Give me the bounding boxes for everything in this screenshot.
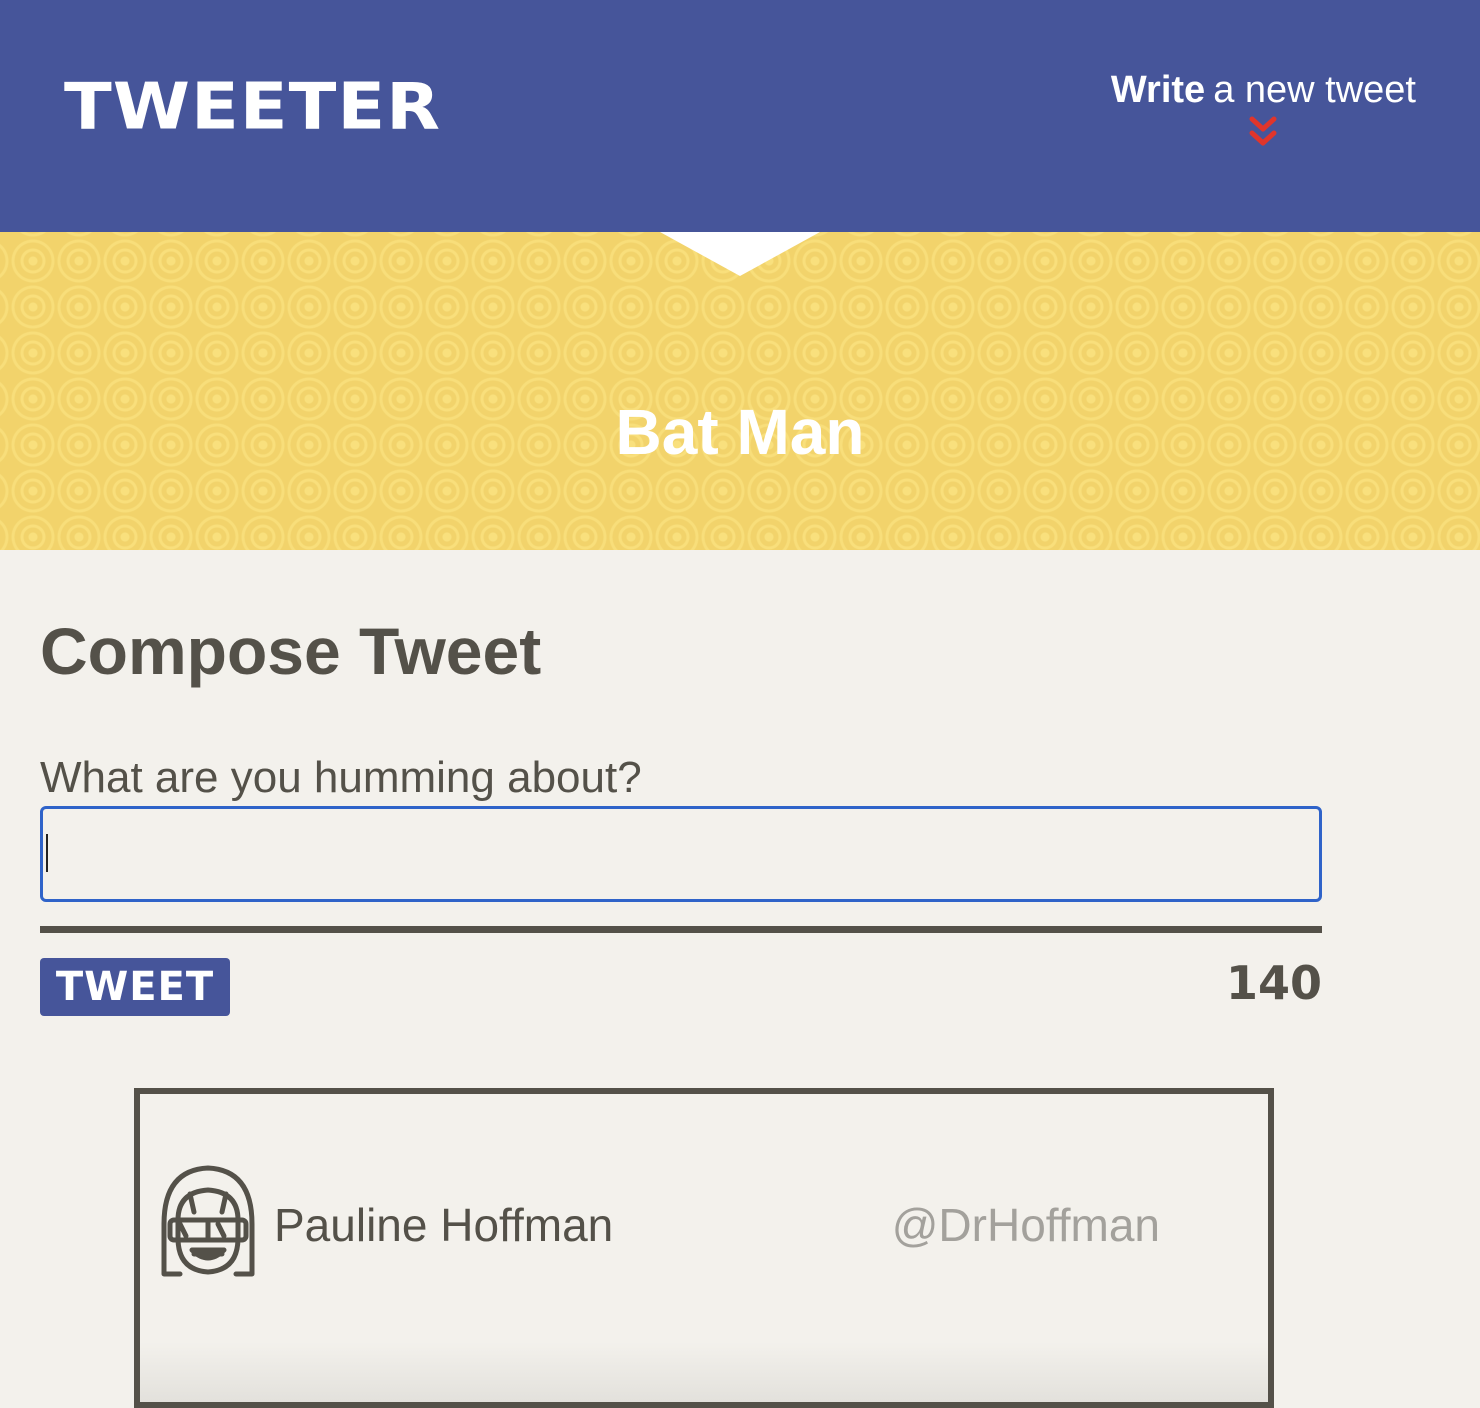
card-bottom-fade (140, 1342, 1268, 1402)
nav-bar: TWEETER Write a new tweet (0, 0, 1480, 232)
banner-notch (660, 232, 820, 276)
compose-toggle-label: Write a new tweet (1110, 69, 1416, 112)
text-caret (46, 834, 48, 872)
tweet-card: Pauline Hoffman @DrHoffman (134, 1088, 1274, 1408)
compose-toggle-strong: Write (1110, 69, 1206, 111)
character-counter: 140 (1225, 956, 1322, 1010)
compose-toggle-button[interactable]: Write a new tweet (1110, 69, 1416, 150)
author-handle: @DrHoffman (891, 1199, 1160, 1251)
tweet-submit-button[interactable]: TWEET (40, 958, 230, 1016)
profile-banner: Bat Man (0, 232, 1480, 550)
double-chevron-down-icon (1249, 116, 1277, 146)
compose-divider (40, 926, 1322, 933)
author-name: Pauline Hoffman (274, 1199, 614, 1251)
profile-name: Bat Man (615, 396, 865, 468)
brand-logo[interactable]: TWEETER (64, 74, 441, 138)
compose-title: Compose Tweet (40, 614, 542, 688)
tweet-input-label: What are you humming about? (40, 753, 642, 802)
avatar-goggles-icon (161, 1165, 255, 1277)
compose-toggle-light: a new tweet (1213, 69, 1416, 111)
tweet-input[interactable] (40, 806, 1322, 902)
